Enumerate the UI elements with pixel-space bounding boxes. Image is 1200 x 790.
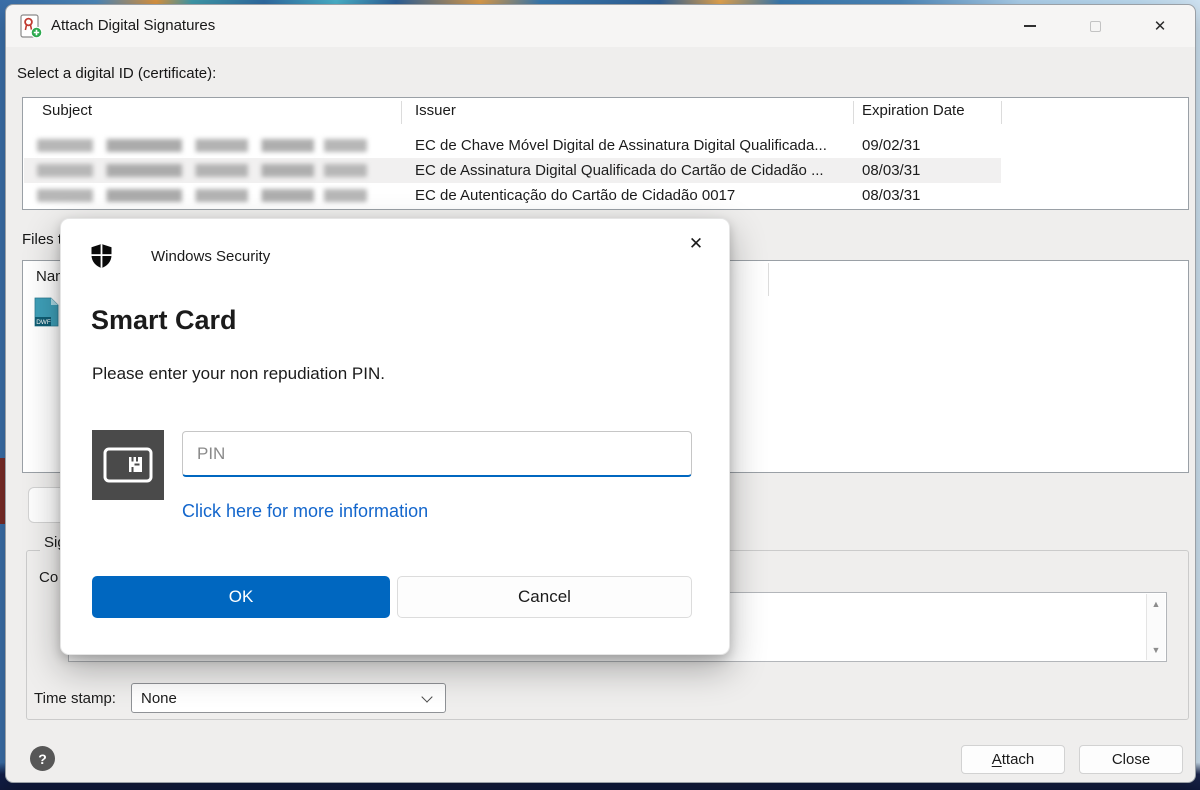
help-button[interactable]: ? — [30, 746, 55, 771]
expiration-cell: 08/03/31 — [862, 162, 920, 179]
table-row[interactable]: EC de Chave Móvel Digital de Assinatura … — [24, 133, 1001, 158]
column-header-issuer[interactable]: Issuer — [415, 102, 456, 119]
timestamp-dropdown[interactable]: None — [131, 683, 446, 713]
certificate-section-label: Select a digital ID (certificate): — [17, 65, 216, 82]
comment-label: Co — [39, 569, 58, 586]
dwf-badge-label: DWF — [36, 319, 51, 326]
minimize-icon — [1024, 25, 1036, 26]
windows-security-shield-icon — [89, 243, 114, 269]
titlebar: Attach Digital Signatures ✕ — [6, 5, 1195, 47]
close-icon: ✕ — [689, 234, 703, 254]
maximize-icon — [1090, 21, 1101, 32]
table-row[interactable]: EC de Autenticação do Cartão de Cidadão … — [24, 183, 1001, 208]
app-icon — [20, 14, 43, 39]
close-label: Close — [1112, 751, 1150, 768]
close-button[interactable]: Close — [1079, 745, 1183, 774]
dialog-close-button[interactable]: ✕ — [683, 231, 709, 257]
redacted-subject — [37, 189, 367, 202]
smart-card-icon — [92, 430, 164, 500]
column-header-subject[interactable]: Subject — [42, 102, 92, 119]
column-divider — [768, 263, 769, 296]
column-header-expiration[interactable]: Expiration Date — [862, 102, 965, 119]
window-title: Attach Digital Signatures — [51, 17, 215, 34]
minimize-button[interactable] — [1007, 5, 1053, 47]
issuer-cell: EC de Assinatura Digital Qualificada do … — [415, 162, 824, 179]
close-window-button[interactable]: ✕ — [1137, 5, 1183, 47]
scroll-down-icon[interactable]: ▼ — [1147, 642, 1165, 658]
close-icon: ✕ — [1154, 17, 1167, 35]
issuer-cell: EC de Chave Móvel Digital de Assinatura … — [415, 137, 827, 154]
pin-input[interactable] — [182, 431, 692, 477]
redacted-subject — [37, 164, 367, 177]
issuer-cell: EC de Autenticação do Cartão de Cidadão … — [415, 187, 735, 204]
column-divider — [853, 101, 854, 124]
expiration-cell: 09/02/31 — [862, 137, 920, 154]
redacted-subject — [37, 139, 367, 152]
comment-scrollbar[interactable]: ▲ ▼ — [1146, 594, 1165, 660]
table-row-selected[interactable]: EC de Assinatura Digital Qualificada do … — [24, 158, 1001, 183]
attach-button[interactable]: Attach — [961, 745, 1065, 774]
column-divider — [1001, 101, 1002, 124]
dwf-file-icon: DWF — [34, 297, 59, 327]
cancel-button[interactable]: Cancel — [397, 576, 692, 618]
column-divider — [401, 101, 402, 124]
maximize-button[interactable] — [1072, 5, 1118, 47]
windows-security-dialog: Windows Security ✕ Smart Card Please ent… — [60, 218, 730, 655]
attach-label-rest: ttach — [1002, 751, 1035, 768]
timestamp-label: Time stamp: — [34, 690, 116, 707]
dialog-app-title: Windows Security — [151, 248, 270, 265]
files-section-label: Files t — [22, 231, 62, 248]
attach-label-accel: A — [992, 751, 1002, 768]
expiration-cell: 08/03/31 — [862, 187, 920, 204]
more-information-link[interactable]: Click here for more information — [182, 501, 428, 522]
scroll-up-icon[interactable]: ▲ — [1147, 596, 1165, 612]
timestamp-value: None — [141, 690, 177, 707]
chevron-down-icon — [421, 691, 432, 702]
help-icon: ? — [38, 751, 47, 767]
dialog-title: Smart Card — [91, 305, 237, 336]
certificate-table: Subject Issuer Expiration Date EC de Cha… — [22, 97, 1189, 210]
dialog-message: Please enter your non repudiation PIN. — [92, 364, 385, 384]
ok-button[interactable]: OK — [92, 576, 390, 618]
